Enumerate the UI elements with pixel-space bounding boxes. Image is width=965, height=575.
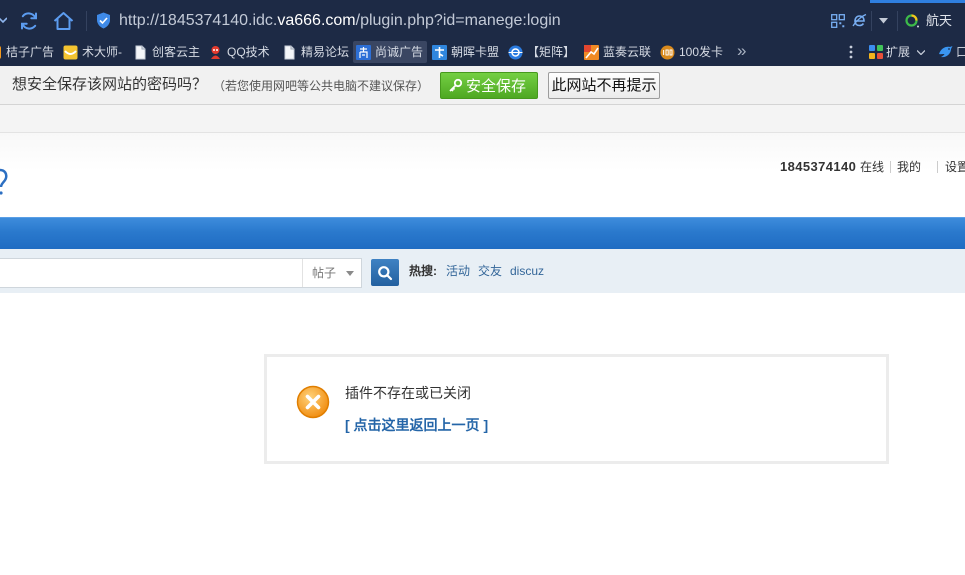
hot-search-link[interactable]: discuz [510, 264, 544, 278]
page-icon [282, 45, 297, 60]
hot-search-link[interactable]: 活动 [446, 264, 470, 278]
site-top-bar [0, 105, 965, 133]
search-icon [377, 265, 393, 281]
site-logo-fragment[interactable] [0, 168, 8, 196]
history-dropdown-icon[interactable] [0, 16, 8, 24]
browser-chrome: http://1845374140.idc.va666.com/plugin.p… [0, 0, 965, 66]
web-page: 1845374140 在线 我的 设置 帖子 热搜: 活动 交友 discuz … [0, 105, 965, 575]
address-bar[interactable]: http://1845374140.idc.va666.com/plugin.p… [119, 10, 561, 32]
100-badge-icon [660, 45, 675, 60]
qr-code-icon[interactable] [831, 14, 845, 28]
address-toolbar: http://1845374140.idc.va666.com/plugin.p… [0, 0, 965, 38]
blue-site-icon [356, 44, 371, 60]
extra-bookmark-label[interactable]: 口 [956, 44, 965, 60]
hot-search-label: 热搜: [409, 264, 437, 278]
url-domain: va666.com [277, 12, 356, 29]
yellow-face-icon [63, 45, 78, 60]
url-prefix: http://1845374140.idc. [119, 12, 278, 29]
ie-compat-icon[interactable] [852, 13, 867, 28]
never-ask-button[interactable]: 此网站不再提示 [548, 72, 660, 99]
password-save-prompt: 想安全保存该网站的密码吗？ （若您使用网吧等公共电脑不建议保存） 安全保存 此网… [0, 66, 965, 105]
error-icon [296, 385, 330, 419]
globe-icon [508, 45, 523, 60]
url-path: /plugin.php?id=manege:login [355, 12, 561, 29]
my-link[interactable]: 我的 [897, 160, 921, 174]
site-nav-bar [0, 217, 965, 249]
toolbar-divider [871, 11, 872, 31]
bookmark-label: 蓝奏云联 [603, 45, 652, 59]
save-password-label: 安全保存 [466, 78, 527, 95]
password-prompt-question: 想安全保存该网站的密码吗？ [12, 76, 208, 93]
bookmark-item[interactable]: 尚诚广告 [356, 43, 423, 61]
site-header [0, 133, 965, 217]
chart-site-icon [584, 44, 599, 60]
page-icon [133, 45, 148, 60]
dropdown-arrow-icon [346, 270, 355, 276]
username-link[interactable]: 1845374140 [780, 160, 856, 174]
error-message-box: 插件不存在或已关闭 [ 点击这里返回上一页 ] [264, 354, 889, 464]
toolbar-divider [86, 11, 87, 31]
bookmark-item[interactable]: 术大师- [63, 43, 122, 61]
bookmark-label: 术大师- [82, 45, 122, 59]
bookmark-label: 桔子广告 [6, 45, 55, 59]
bird-icon[interactable] [938, 44, 953, 59]
bookmark-item[interactable]: 朝晖卡盟 [432, 43, 499, 61]
chevron-down-icon[interactable] [916, 50, 926, 56]
card-site-icon [432, 44, 447, 60]
error-message-text: 插件不存在或已关闭 [345, 385, 471, 401]
bookmark-label: 精易论坛 [301, 45, 350, 59]
bookmark-label: 尚诚广告 [375, 45, 424, 59]
extensions-label[interactable]: 扩展 [886, 44, 910, 60]
key-icon [448, 78, 463, 93]
refresh-icon[interactable] [18, 10, 40, 32]
user-menu-divider [890, 161, 891, 173]
bookmark-item[interactable]: 桔子广告 [0, 43, 54, 61]
bookmark-item[interactable]: 【矩阵】 [508, 43, 575, 61]
home-icon[interactable] [53, 11, 74, 31]
search-engine-box[interactable]: 航天 [905, 11, 960, 31]
more-menu-icon[interactable] [849, 45, 853, 59]
orange-site-icon [0, 45, 2, 60]
search-button[interactable] [371, 259, 399, 286]
bookmark-label: 朝晖卡盟 [451, 45, 500, 59]
user-menu-divider [937, 161, 938, 173]
search-engine-icon [905, 14, 919, 28]
password-prompt-note: （若您使用网吧等公共电脑不建议保存） [213, 79, 430, 93]
search-engine-label: 航天 [926, 13, 953, 28]
save-password-button[interactable]: 安全保存 [440, 72, 538, 99]
online-status[interactable]: 在线 [860, 160, 884, 174]
search-input[interactable] [0, 259, 302, 287]
bookmark-item[interactable]: 蓝奏云联 [584, 43, 651, 61]
chevron-down-icon[interactable] [879, 18, 888, 24]
search-type-label: 帖子 [312, 266, 337, 280]
bookmark-label: 【矩阵】 [527, 45, 576, 59]
toolbar-divider [897, 11, 898, 31]
browser-window: http://1845374140.idc.va666.com/plugin.p… [0, 0, 965, 575]
settings-link[interactable]: 设置 [945, 160, 965, 174]
bookmarks-overflow-icon[interactable]: » [737, 41, 746, 61]
search-type-select[interactable]: 帖子 [302, 259, 362, 287]
extensions-grid-icon[interactable] [869, 45, 883, 59]
bookmark-label: 创客云主 [152, 45, 201, 59]
security-shield-icon[interactable] [96, 12, 111, 29]
bookmark-item[interactable]: 创客云主 [133, 43, 200, 61]
bookmarks-bar: 桔子广告 术大师- 创客云主 QQ技术 精易论坛 尚诚广告 朝晖卡盟 【矩阵】 … [0, 38, 965, 66]
red-mascot-icon [208, 45, 223, 60]
bookmark-label: QQ技术 [227, 45, 270, 59]
back-link[interactable]: [ 点击这里返回上一页 ] [345, 416, 488, 434]
site-search-bar: 帖子 热搜: 活动 交友 discuz [0, 249, 965, 293]
bookmark-item[interactable]: 精易论坛 [282, 43, 349, 61]
bookmark-item[interactable]: QQ技术 [208, 43, 270, 61]
bookmark-label: 100发卡 [679, 45, 724, 59]
bookmark-item[interactable]: 100发卡 [660, 43, 723, 61]
hot-search-link[interactable]: 交友 [478, 264, 502, 278]
